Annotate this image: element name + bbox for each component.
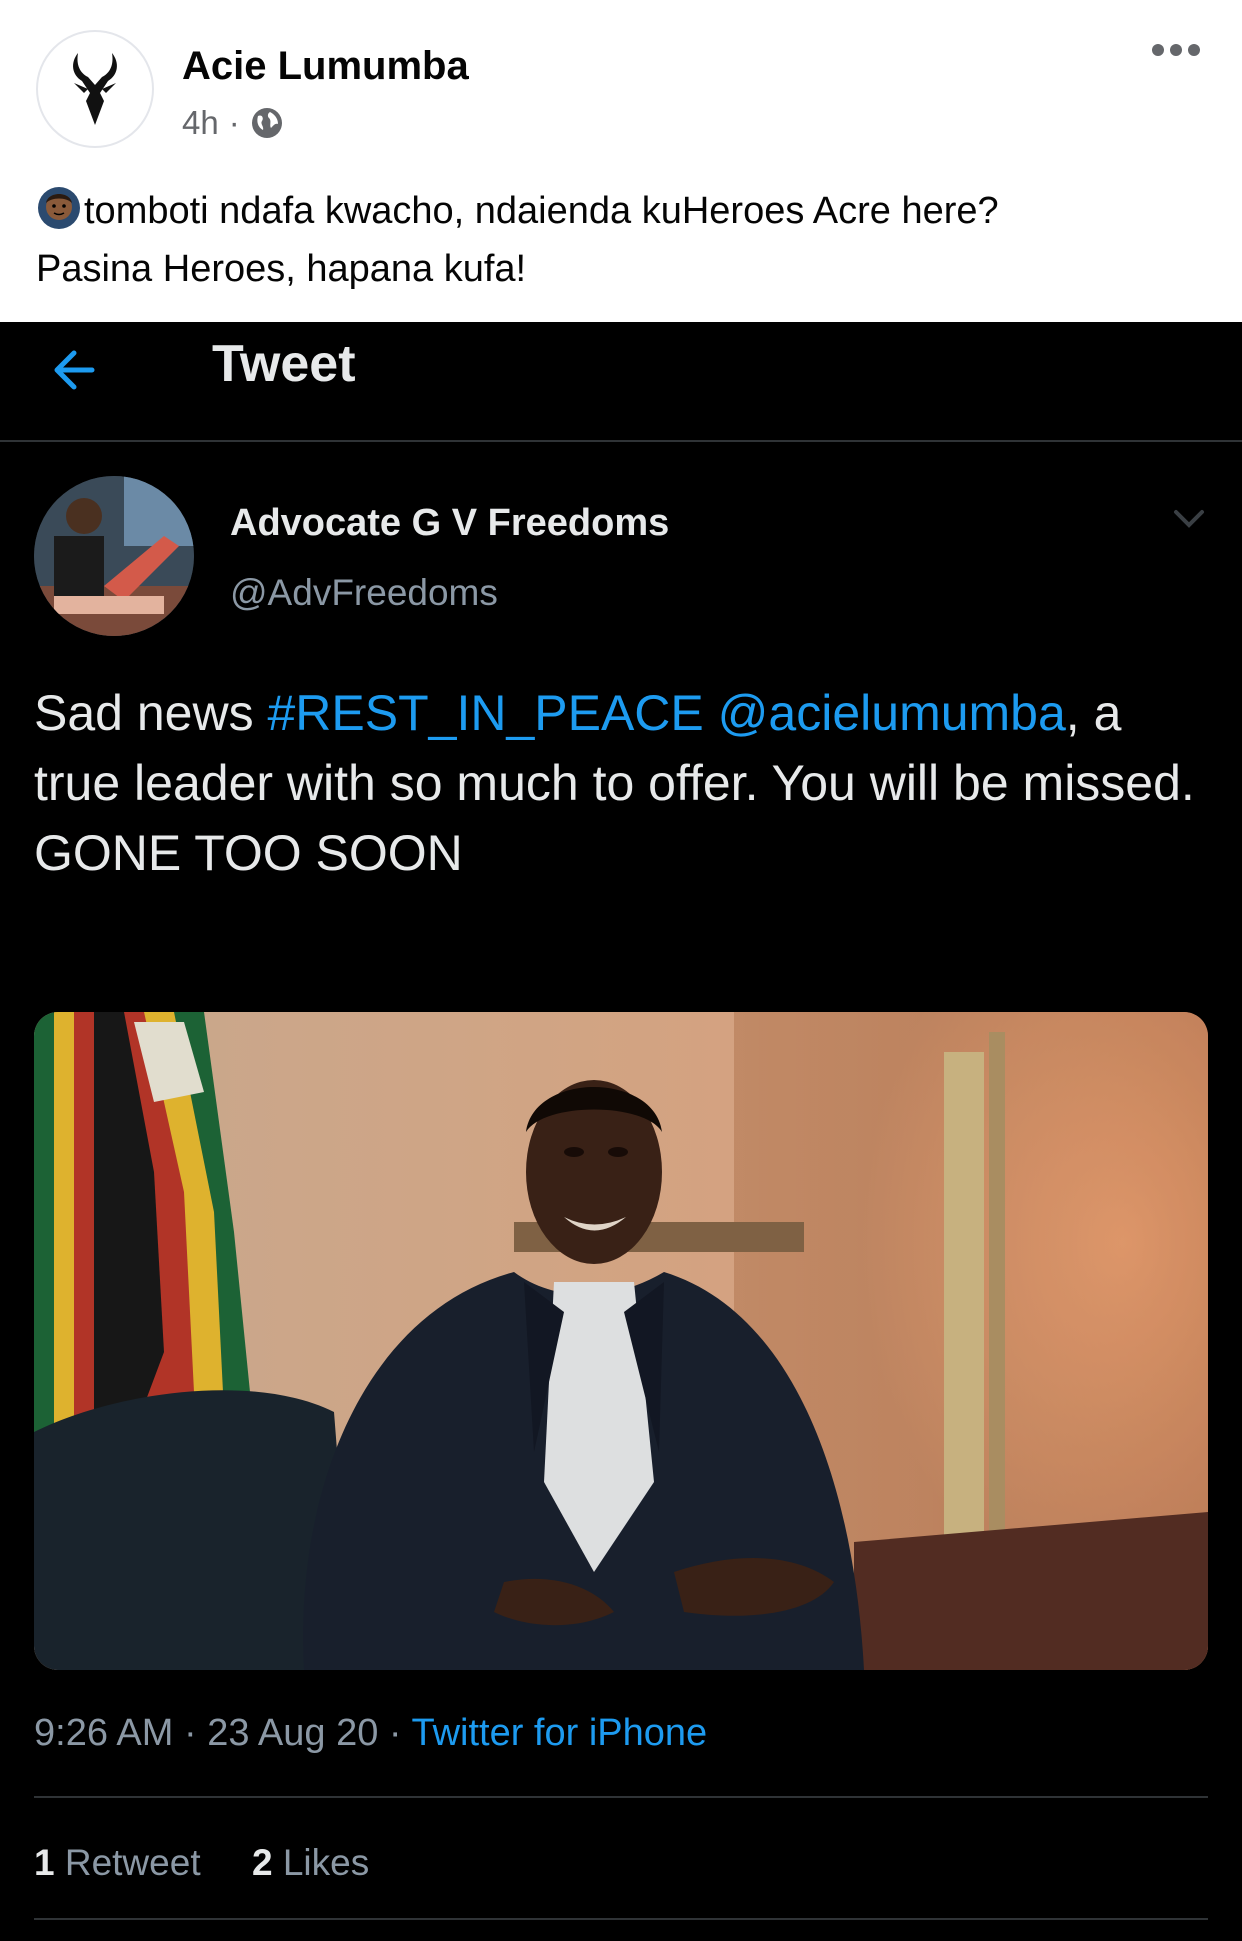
- meta-dot: ·: [173, 1712, 208, 1754]
- stats-divider: [34, 1918, 1208, 1920]
- tweet-meta: 9:26 AM · 23 Aug 20 · Twitter for iPhone: [34, 1712, 707, 1755]
- meta-dot: ·: [378, 1712, 412, 1754]
- chevron-down-icon[interactable]: [1172, 508, 1206, 530]
- like-label: Likes: [282, 1842, 370, 1883]
- post-meta: 4h ·: [182, 104, 284, 142]
- post-caption: tomboti ndafa kwacho, ndaienda kuHeroes …: [36, 182, 1206, 298]
- post-author-name[interactable]: Acie Lumumba: [182, 44, 469, 89]
- more-horizontal-icon[interactable]: [1152, 44, 1200, 56]
- likes-stat[interactable]: 2 Likes: [252, 1842, 369, 1883]
- retweet-label: Retweet: [64, 1842, 201, 1883]
- tweet-handle[interactable]: @AdvFreedoms: [230, 572, 498, 614]
- tweet-text-last-line: GONE TOO SOON: [34, 825, 463, 881]
- meta-divider: [34, 1796, 1208, 1798]
- tweet-screenshot: Tweet Advocate G V Freedoms @AdvFreedoms…: [0, 322, 1242, 1941]
- text-space: [704, 685, 718, 741]
- tweet-stats: 1 Retweet 2 Likes: [34, 1842, 369, 1884]
- header-divider: [0, 440, 1242, 442]
- woman-gesturing-emoji: [36, 185, 82, 231]
- tweet-time: 9:26 AM: [34, 1712, 174, 1754]
- tweet-date: 23 Aug 20: [207, 1712, 379, 1754]
- hashtag-link[interactable]: #REST_IN_PEACE: [267, 685, 703, 741]
- tweet-text: Sad news #REST_IN_PEACE @acielumumba, a …: [34, 678, 1214, 888]
- tweet-source-link[interactable]: Twitter for iPhone: [411, 1712, 707, 1754]
- like-count: 2: [252, 1842, 273, 1883]
- retweets-stat[interactable]: 1 Retweet: [34, 1842, 201, 1883]
- caption-line-2: Pasina Heroes, hapana kufa!: [36, 248, 527, 290]
- tweet-photo[interactable]: [34, 1012, 1208, 1670]
- caption-line-1: tomboti ndafa kwacho, ndaienda kuHeroes …: [84, 190, 999, 232]
- retweet-count: 1: [34, 1842, 55, 1883]
- tweet-header-title: Tweet: [212, 335, 356, 393]
- post-time[interactable]: 4h: [182, 104, 219, 142]
- globe-icon: [251, 108, 282, 138]
- facebook-post: Acie Lumumba 4h · tomboti ndafa kwacho, …: [0, 0, 1242, 322]
- tweet-display-name[interactable]: Advocate G V Freedoms: [230, 502, 669, 545]
- page-avatar[interactable]: [36, 30, 154, 148]
- antelope-logo-icon: [73, 53, 117, 125]
- mention-link[interactable]: @acielumumba: [718, 685, 1066, 741]
- tweet-text-plain: Sad news: [34, 685, 268, 741]
- meta-separator: ·: [228, 104, 240, 141]
- tweet-author-avatar[interactable]: [34, 476, 194, 636]
- back-arrow-icon[interactable]: [52, 340, 96, 400]
